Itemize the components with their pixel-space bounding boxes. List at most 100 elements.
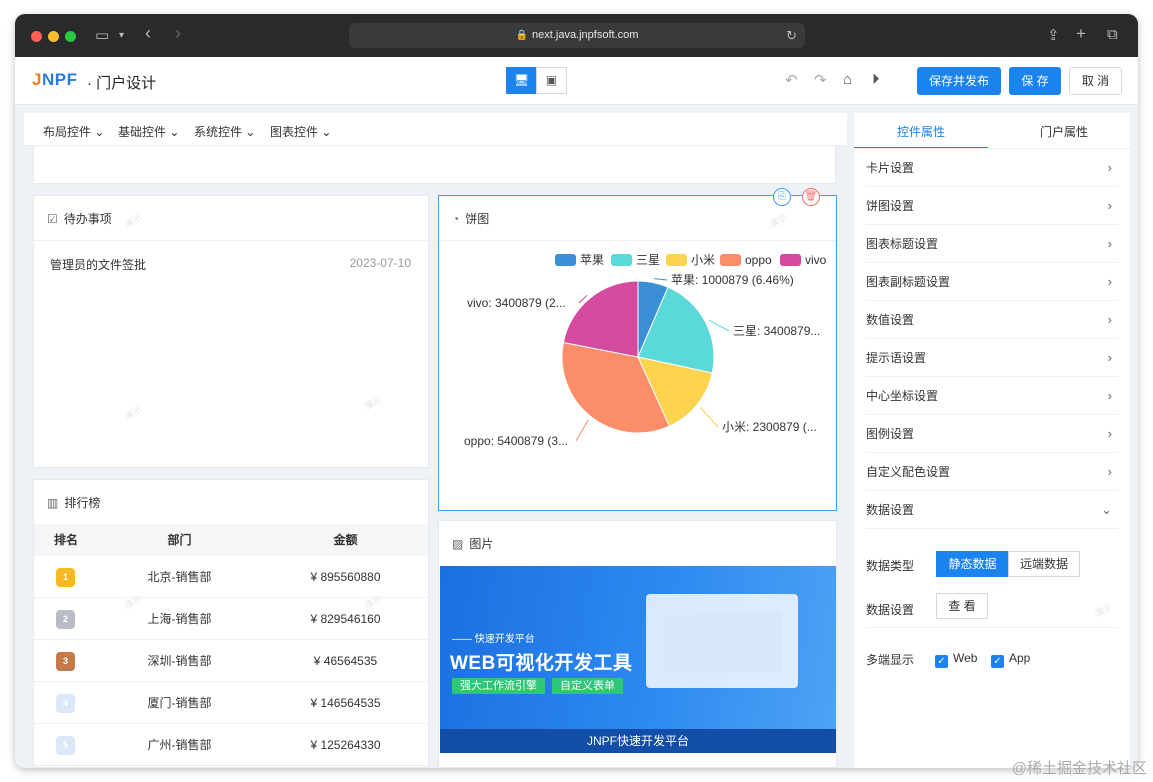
dept-cell: 深圳-销售部 xyxy=(147,654,212,668)
legend-label: 三星 xyxy=(636,253,660,267)
pie-label-line xyxy=(575,419,589,442)
dept-cell: 北京-销售部 xyxy=(147,570,212,584)
legend-swatch xyxy=(611,254,632,266)
legend-item[interactable]: 苹果 xyxy=(555,253,604,267)
setting-row[interactable]: 中心坐标设置 › xyxy=(866,377,1118,415)
chevron-down-icon[interactable]: ▾ xyxy=(119,30,124,41)
ranking-card[interactable]: ▥ 排行榜 排名 部门 金额 1 北京-销售部 ¥ 895560880 2 上海-销售部 ¥… xyxy=(33,479,429,768)
save-and-publish-button[interactable]: 保存并发布 xyxy=(917,67,1001,95)
top-card[interactable] xyxy=(33,146,836,184)
back-icon[interactable]: ‹ xyxy=(145,23,151,44)
legend-label: oppo xyxy=(745,253,772,267)
new-tab-icon[interactable]: + xyxy=(1076,24,1086,44)
chevron-down-icon: ⌄ xyxy=(169,125,180,139)
setting-row[interactable]: 提示语设置 › xyxy=(866,339,1118,377)
minimize-window-icon[interactable] xyxy=(48,31,59,42)
share-icon[interactable]: ⇪ xyxy=(1047,26,1060,44)
mobile-view-button[interactable]: ▣ xyxy=(536,67,567,94)
address-bar[interactable]: 🔒 next.java.jnpfsoft.com ↻ xyxy=(349,23,805,48)
column-header: 部门 xyxy=(167,533,192,547)
ranking-title: 排行榜 xyxy=(64,496,101,510)
setting-label: 提示语设置 xyxy=(866,351,927,365)
setting-label: 图表标题设置 xyxy=(866,237,939,251)
table-row[interactable]: 5 广州-销售部 ¥ 125264330 xyxy=(34,724,428,766)
setting-row[interactable]: 图例设置 › xyxy=(866,415,1118,453)
image-title: 图片 xyxy=(469,537,494,551)
setting-row[interactable]: 卡片设置 › xyxy=(866,149,1118,187)
chevron-right-icon: › xyxy=(1107,198,1112,213)
setting-label: 卡片设置 xyxy=(866,161,915,175)
setting-row[interactable]: 图表标题设置 › xyxy=(866,225,1118,263)
table-row[interactable]: 3 深圳-销售部 ¥ 46564535 xyxy=(34,640,428,682)
rank-medal-icon: 4 xyxy=(56,694,75,713)
app-header: JNPF · 门户设计 🖥 ▣ ↶ ↷ ⌂ ⏵ 保存并发布 保 存 取 消 xyxy=(15,57,1138,105)
chevron-right-icon: › xyxy=(1107,426,1112,441)
chevron-right-icon: › xyxy=(1107,160,1112,175)
redo-icon[interactable]: ↷ xyxy=(814,71,827,89)
legend-label: 苹果 xyxy=(580,253,604,267)
setting-row[interactable]: 自定义配色设置 › xyxy=(866,453,1118,491)
forward-icon[interactable]: › xyxy=(175,23,181,44)
pie-label: 苹果: 1000879 (6.46%) xyxy=(671,273,794,287)
cancel-button[interactable]: 取 消 xyxy=(1069,67,1122,95)
tab-portal-props[interactable]: 门户属性 xyxy=(1040,123,1088,140)
setting-row[interactable]: 数值设置 › xyxy=(866,301,1118,339)
legend-item[interactable]: vivo xyxy=(780,253,827,267)
static-data-button[interactable]: 静态数据 xyxy=(936,551,1009,577)
chevron-right-icon: › xyxy=(1107,312,1112,327)
chevron-right-icon: › xyxy=(1107,236,1112,251)
legend-swatch xyxy=(555,254,576,266)
amount-cell: ¥ 895560880 xyxy=(310,570,381,584)
reload-icon[interactable]: ↻ xyxy=(786,23,797,48)
check-icon: ✓ xyxy=(935,655,948,668)
pie-card[interactable]: ◔ 饼图 ⎘ 🗑 苹果: 1000879 (6.46%) 三星: 3400879..… xyxy=(438,188,837,511)
chevron-down-icon: ⌄ xyxy=(245,125,256,139)
clear-icon[interactable]: ⌂ xyxy=(843,71,852,88)
dept-cell: 上海-销售部 xyxy=(147,612,212,626)
properties-panel: 控件属性 门户属性 卡片设置 › 饼图设置 › 图表标题设置 › 图表副标题设置 › 数值设置 ›… xyxy=(854,113,1130,768)
maximize-window-icon[interactable] xyxy=(65,31,76,42)
setting-row[interactable]: 数据设置 ⌄ xyxy=(866,491,1118,529)
data-type-label: 数据类型 xyxy=(866,559,915,573)
setting-row[interactable]: 饼图设置 › xyxy=(866,187,1118,225)
web-checkbox[interactable]: ✓ Web xyxy=(935,651,977,668)
setting-label: 自定义配色设置 xyxy=(866,465,951,479)
tabs-overview-icon[interactable]: ⧉ xyxy=(1107,26,1118,43)
pie-label: 小米: 2300879 (... xyxy=(722,420,817,434)
tab-widget-props[interactable]: 控件属性 xyxy=(897,123,945,140)
amount-cell: ¥ 829546160 xyxy=(310,612,381,626)
setting-row[interactable]: 图表副标题设置 › xyxy=(866,263,1118,301)
image-card[interactable]: ▨ 图片 —— 快速开发平台 WEB可视化开发工具 强大工作流引擎 自定义表单 J… xyxy=(438,520,837,768)
app-checkbox[interactable]: ✓ App xyxy=(991,651,1030,668)
preview-icon[interactable]: ⏵ xyxy=(872,71,880,88)
banner-title: WEB可视化开发工具 xyxy=(450,653,633,674)
legend-swatch xyxy=(666,254,687,266)
tab-basic-widgets[interactable]: 基础控件 ⌄ xyxy=(118,123,179,140)
tablet-icon: ▣ xyxy=(545,73,558,87)
chevron-down-icon: ⌄ xyxy=(94,125,105,139)
banner-tag: 强大工作流引擎 xyxy=(452,678,545,694)
rank-medal-icon: 3 xyxy=(56,652,75,671)
view-button[interactable]: 查 看 xyxy=(936,593,988,619)
column-header: 排名 xyxy=(53,533,78,547)
desktop-view-button[interactable]: 🖥 xyxy=(506,67,537,94)
dept-cell: 厦门-销售部 xyxy=(147,696,212,710)
todo-card[interactable]: ☑ 待办事项 管理员的文件签批 2023-07-10 演示 演示 演示 xyxy=(33,195,429,468)
table-row[interactable]: 4 厦门-销售部 ¥ 146564535 xyxy=(34,682,428,724)
todo-item-text[interactable]: 管理员的文件签批 xyxy=(50,256,146,273)
legend-item[interactable]: 三星 xyxy=(611,253,660,267)
legend-item[interactable]: oppo xyxy=(720,253,772,267)
check-icon: ✓ xyxy=(991,655,1004,668)
legend-item[interactable]: 小米 xyxy=(666,253,715,267)
pie-label: 三星: 3400879... xyxy=(733,324,820,338)
tab-chart-widgets[interactable]: 图表控件 ⌄ xyxy=(270,123,331,140)
close-window-icon[interactable] xyxy=(31,31,42,42)
tab-system-widgets[interactable]: 系统控件 ⌄ xyxy=(194,123,255,140)
tab-layout-widgets[interactable]: 布局控件 ⌄ xyxy=(43,123,104,140)
remote-data-button[interactable]: 远端数据 xyxy=(1008,551,1080,577)
save-button[interactable]: 保 存 xyxy=(1009,67,1061,95)
table-row[interactable]: 1 北京-销售部 ¥ 895560880 xyxy=(34,556,428,598)
bar-chart-icon: ▥ xyxy=(47,496,59,510)
undo-icon[interactable]: ↶ xyxy=(785,71,798,89)
sidebar-toggle-icon[interactable]: ▭ xyxy=(95,26,109,44)
